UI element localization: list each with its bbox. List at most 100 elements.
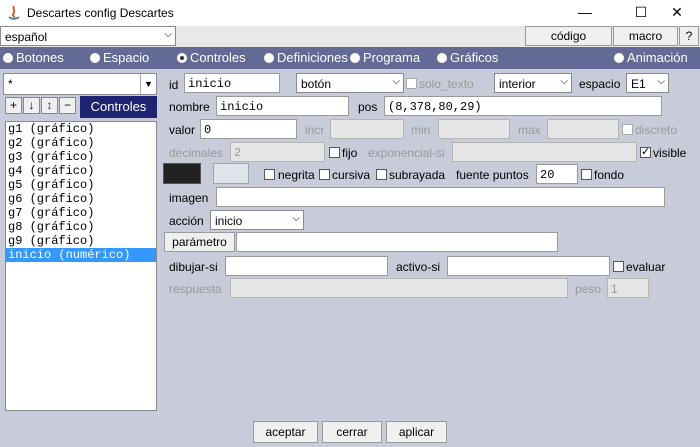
negrita-label: negrita [278,168,315,182]
cursiva-checkbox[interactable] [319,169,330,180]
pos-input[interactable]: (8,378,80,29) [384,96,662,116]
imagen-label: imagen [169,191,209,205]
code-button[interactable]: código [525,26,612,46]
radio-icon [264,53,274,63]
add-button[interactable]: + [5,97,22,114]
accion-select[interactable]: inicio ⌵ [210,210,304,230]
region-select[interactable]: interior ⌵ [494,73,572,93]
discreto-checkbox[interactable] [622,124,633,135]
pos-label: pos [358,100,378,114]
tab-graficos[interactable]: Gráficos [437,50,498,65]
radio-icon [350,53,360,63]
tab-label: Botones [16,50,64,65]
nombre-value: inicio [220,100,264,114]
list-item[interactable]: g3 (gráfico) [6,150,156,164]
list-item[interactable]: g4 (gráfico) [6,164,156,178]
list-item[interactable]: g1 (gráfico) [6,122,156,136]
incr-label: incr [305,123,325,137]
accept-button[interactable]: aceptar [253,421,318,443]
list-item[interactable]: g7 (gráfico) [6,206,156,220]
decimales-input[interactable]: 2 [230,142,325,162]
close-dialog-button[interactable]: cerrar [322,421,382,443]
incr-input[interactable] [330,119,404,139]
imagen-input[interactable] [216,187,665,207]
tab-programa[interactable]: Programa [350,50,420,65]
respuesta-label: respuesta [169,282,222,296]
fondo-label: fondo [594,168,625,182]
app-icon [6,5,22,21]
tab-label: Programa [363,50,421,65]
tab-label: Animación [627,50,688,65]
tab-espacio[interactable]: Espacio [90,50,149,65]
exponencial-input[interactable] [452,142,637,162]
valor-label: valor [169,123,196,137]
chevron-down-icon: ⌵ [657,76,665,87]
reorder-button[interactable]: ↕ [41,97,58,114]
chevron-down-icon: ⌵ [560,76,568,87]
move-down-button[interactable]: ↓ [23,97,40,114]
id-value: inicio [188,77,232,91]
list-item-selected[interactable]: inicio (numérico) [6,248,156,262]
type-select[interactable]: botón ⌵ [296,73,404,93]
respuesta-input[interactable] [230,278,568,298]
tab-bar: Botones Espacio Controles Definiciones P… [0,47,700,69]
fuente-label: fuente puntos [456,168,529,182]
tab-animacion[interactable]: Animación [614,50,688,65]
fijo-checkbox[interactable] [329,147,340,158]
pos-value: (8,378,80,29) [388,100,482,114]
left-panel: * ▼ + ↓ ↕ − Controles g1 (gráfico) g2 (g… [0,69,162,417]
visible-checkbox[interactable] [640,145,651,158]
evaluar-checkbox[interactable] [613,261,624,272]
discreto-label: discreto [635,123,678,137]
remove-button[interactable]: − [59,97,76,114]
subrayada-checkbox[interactable] [376,169,387,180]
filter-select[interactable]: * ▼ [3,73,157,95]
list-item[interactable]: g2 (gráfico) [6,136,156,150]
max-input[interactable] [547,119,619,139]
language-bar: español ⌵ código macro ? [0,26,700,47]
list-item[interactable]: g9 (gráfico) [6,234,156,248]
list-item[interactable]: g5 (gráfico) [6,178,156,192]
espacio-label: espacio [579,77,621,91]
apply-button[interactable]: aplicar [386,421,447,443]
valor-input[interactable]: 0 [200,119,297,139]
min-input[interactable] [438,119,510,139]
parametro-input[interactable] [236,232,558,252]
type-value: botón [301,77,332,91]
nombre-input[interactable]: inicio [216,96,349,116]
negrita-checkbox[interactable] [264,169,275,180]
evaluar-label: evaluar [626,260,666,274]
id-input[interactable]: inicio [184,73,280,93]
background-color-swatch[interactable] [213,163,249,184]
espacio-select[interactable]: E1 ⌵ [626,73,669,93]
peso-value: 1 [611,282,618,296]
fondo-checkbox[interactable] [581,169,592,180]
controls-list[interactable]: g1 (gráfico) g2 (gráfico) g3 (gráfico) g… [5,121,157,411]
minimize-button[interactable]: — [562,0,608,26]
peso-input[interactable]: 1 [607,278,649,298]
dibujar-label: dibujar-si [169,260,218,274]
window-title: Descartes config Descartes [27,6,174,20]
subrayada-label: subrayada [389,168,446,182]
close-button[interactable]: ✕ [654,0,700,26]
fuente-value: 20 [540,168,555,182]
cursiva-label: cursiva [332,168,371,182]
fuente-input[interactable]: 20 [536,164,578,184]
macro-button[interactable]: macro [613,26,678,46]
tab-controles[interactable]: Controles [177,50,246,65]
radio-selected-icon [177,53,187,63]
list-item[interactable]: g8 (gráfico) [6,220,156,234]
radio-icon [614,53,624,63]
language-select[interactable]: español ⌵ [0,26,176,46]
activo-input[interactable] [447,256,610,276]
solo-texto-checkbox[interactable] [406,78,417,89]
help-button[interactable]: ? [679,26,699,46]
dibujar-input[interactable] [225,256,388,276]
visible-label: visible [653,146,687,160]
tab-definiciones[interactable]: Definiciones [264,50,348,65]
list-item[interactable]: g6 (gráfico) [6,192,156,206]
parametro-button[interactable]: parámetro [164,232,235,252]
tab-botones[interactable]: Botones [3,50,64,65]
accion-label: acción [169,214,204,228]
text-color-swatch[interactable] [163,163,201,184]
